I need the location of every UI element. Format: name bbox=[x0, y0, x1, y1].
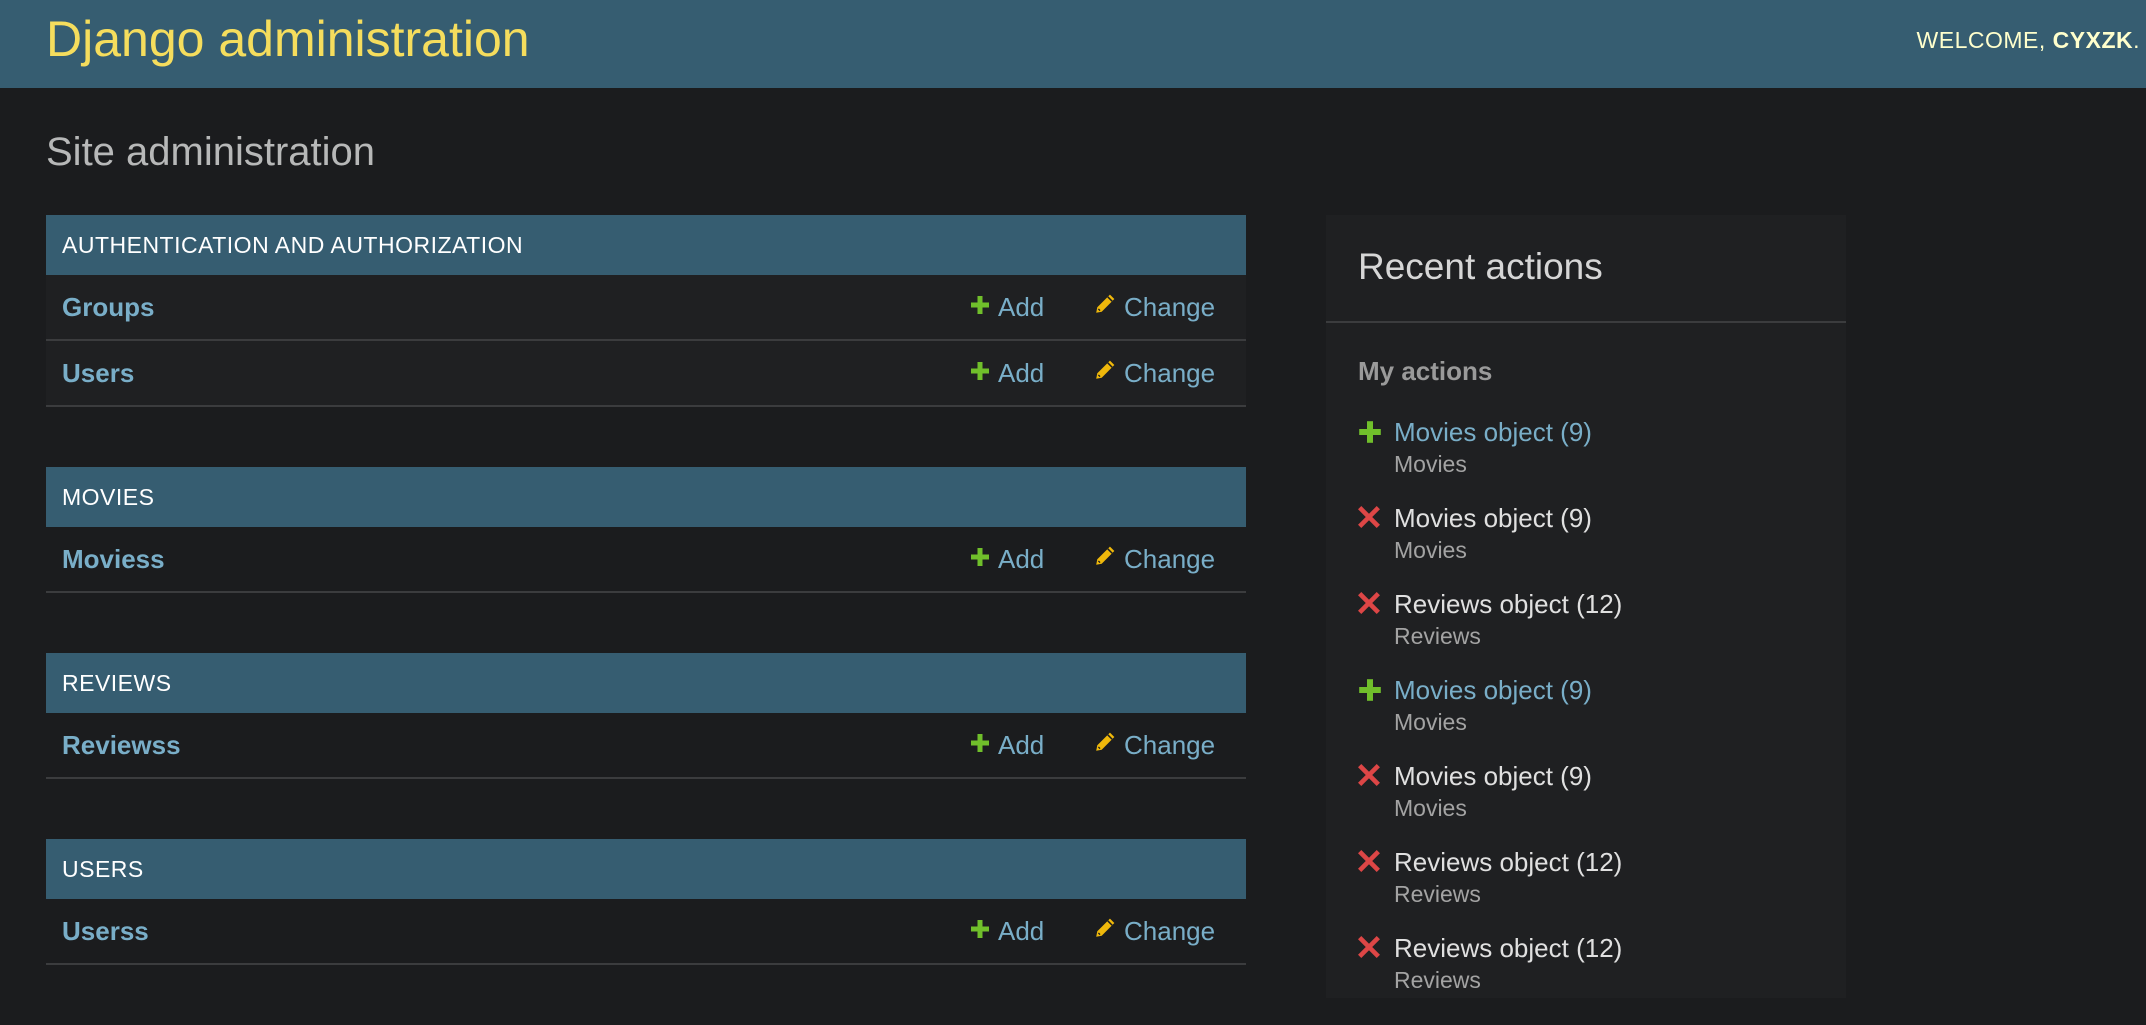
username: CYXZK bbox=[2052, 27, 2134, 53]
add-link-moviess[interactable]: Add bbox=[970, 527, 1044, 593]
add-link-users[interactable]: Add bbox=[970, 341, 1044, 407]
app-caption-movies[interactable]: Movies bbox=[46, 467, 1246, 527]
recent-action-item: Reviews object (12) Reviews bbox=[1358, 845, 1838, 931]
model-row-userss: Userss Add Change bbox=[46, 899, 1246, 965]
app-module-reviews: Reviews Reviewss Add Change bbox=[46, 653, 1246, 779]
recent-action-type: Movies bbox=[1394, 795, 1467, 821]
header: Django administration WELCOME, CYXZK. bbox=[0, 0, 2146, 88]
action-list: Movies object (9) Movies Movies object (9)… bbox=[1358, 415, 1838, 1017]
change-label: Change bbox=[1124, 358, 1216, 388]
x-icon bbox=[1358, 506, 1384, 532]
model-link-groups[interactable]: Groups bbox=[62, 275, 154, 339]
welcome-text: WELCOME, bbox=[1916, 27, 2046, 53]
recent-action-item: Movies object (9) Movies bbox=[1358, 501, 1838, 587]
add-link-groups[interactable]: Add bbox=[970, 275, 1044, 341]
site-brand[interactable]: Django administration bbox=[46, 11, 530, 67]
recent-action-object-link[interactable]: Movies object (9) bbox=[1394, 673, 1838, 707]
plus-icon bbox=[970, 712, 990, 776]
recent-action-item: Movies object (9) Movies bbox=[1358, 759, 1838, 845]
recent-action-type: Movies bbox=[1394, 451, 1467, 477]
my-actions-heading: My actions bbox=[1358, 356, 1493, 386]
add-link-reviewss[interactable]: Add bbox=[970, 713, 1044, 779]
plus-icon bbox=[1358, 678, 1384, 704]
change-link-users[interactable]: Change bbox=[1094, 341, 1215, 407]
model-link-userss[interactable]: Userss bbox=[62, 899, 149, 963]
recent-action-item: Movies object (9) Movies bbox=[1358, 673, 1838, 759]
pencil-icon bbox=[1094, 274, 1116, 338]
plus-icon bbox=[970, 898, 990, 962]
model-row-moviess: Moviess Add Change bbox=[46, 527, 1246, 593]
recent-action-object: Reviews object (12) bbox=[1394, 589, 1623, 619]
page-title: Site administration bbox=[46, 130, 376, 174]
x-icon bbox=[1358, 850, 1384, 876]
plus-icon bbox=[970, 526, 990, 590]
add-label: Add bbox=[998, 358, 1045, 388]
change-link-userss[interactable]: Change bbox=[1094, 899, 1215, 965]
add-label: Add bbox=[998, 292, 1045, 322]
welcome-period: . bbox=[2133, 27, 2140, 53]
change-label: Change bbox=[1124, 292, 1216, 322]
app-list: Authentication and Authorization Groups Ad… bbox=[46, 215, 1246, 1025]
recent-action-item: Reviews object (12) Reviews bbox=[1358, 931, 1838, 1017]
app-module-users: Users Userss Add Change bbox=[46, 839, 1246, 965]
change-label: Change bbox=[1124, 916, 1216, 946]
recent-action-object: Reviews object (12) bbox=[1394, 847, 1623, 877]
recent-actions-divider bbox=[1326, 321, 1846, 323]
recent-action-item: Reviews object (12) Reviews bbox=[1358, 587, 1838, 673]
model-link-moviess[interactable]: Moviess bbox=[62, 527, 165, 591]
x-icon bbox=[1358, 764, 1384, 790]
pencil-icon bbox=[1094, 340, 1116, 404]
change-label: Change bbox=[1124, 544, 1216, 574]
recent-action-type: Movies bbox=[1394, 709, 1467, 735]
pencil-icon bbox=[1094, 526, 1116, 590]
recent-action-object: Movies object (9) bbox=[1394, 503, 1592, 533]
recent-action-type: Reviews bbox=[1394, 623, 1481, 649]
plus-icon bbox=[970, 274, 990, 338]
recent-action-object-link[interactable]: Movies object (9) bbox=[1394, 415, 1838, 449]
recent-action-object: Reviews object (12) bbox=[1394, 933, 1623, 963]
recent-actions-module: Recent actions My actions Movies object … bbox=[1326, 215, 1846, 998]
model-link-users[interactable]: Users bbox=[62, 341, 134, 405]
plus-icon bbox=[1358, 420, 1384, 446]
model-link-reviewss[interactable]: Reviewss bbox=[62, 713, 181, 777]
app-module-movies: Movies Moviess Add Change bbox=[46, 467, 1246, 593]
plus-icon bbox=[970, 340, 990, 404]
recent-action-type: Movies bbox=[1394, 537, 1467, 563]
add-label: Add bbox=[998, 916, 1045, 946]
recent-action-object: Movies object (9) bbox=[1394, 761, 1592, 791]
app-caption-reviews[interactable]: Reviews bbox=[46, 653, 1246, 713]
model-row-reviewss: Reviewss Add Change bbox=[46, 713, 1246, 779]
model-row-users: Users Add Change bbox=[46, 341, 1246, 407]
app-module-authentication-and-authorization: Authentication and Authorization Groups Ad… bbox=[46, 215, 1246, 407]
recent-actions-title: Recent actions bbox=[1358, 246, 1603, 287]
change-link-reviewss[interactable]: Change bbox=[1094, 713, 1215, 779]
recent-action-type: Reviews bbox=[1394, 881, 1481, 907]
add-link-userss[interactable]: Add bbox=[970, 899, 1044, 965]
pencil-icon bbox=[1094, 712, 1116, 776]
app-caption-users[interactable]: Users bbox=[46, 839, 1246, 899]
recent-action-type: Reviews bbox=[1394, 967, 1481, 993]
add-label: Add bbox=[998, 544, 1045, 574]
model-row-groups: Groups Add Change bbox=[46, 275, 1246, 341]
user-tools: WELCOME, CYXZK. bbox=[1917, 26, 2140, 54]
change-link-moviess[interactable]: Change bbox=[1094, 527, 1215, 593]
pencil-icon bbox=[1094, 898, 1116, 962]
change-link-groups[interactable]: Change bbox=[1094, 275, 1215, 341]
recent-action-item: Movies object (9) Movies bbox=[1358, 415, 1838, 501]
change-label: Change bbox=[1124, 730, 1216, 760]
x-icon bbox=[1358, 936, 1384, 962]
app-caption-authentication-and-authorization[interactable]: Authentication and Authorization bbox=[46, 215, 1246, 275]
x-icon bbox=[1358, 592, 1384, 618]
add-label: Add bbox=[998, 730, 1045, 760]
